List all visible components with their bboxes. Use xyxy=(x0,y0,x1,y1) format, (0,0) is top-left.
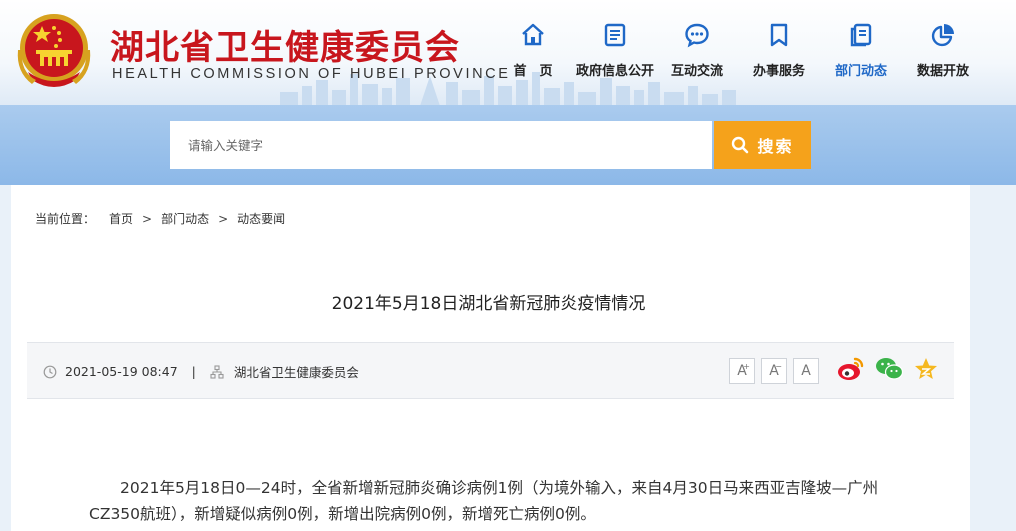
nav-item-services[interactable]: 办事服务 xyxy=(738,22,820,79)
breadcrumb-prefix: 当前位置： xyxy=(35,212,96,226)
search-input[interactable] xyxy=(170,121,712,169)
font-size-label: A xyxy=(801,363,811,379)
favorite-share-button[interactable] xyxy=(913,356,939,386)
weibo-icon xyxy=(838,357,864,380)
breadcrumb-separator: > xyxy=(142,211,153,226)
nav-item-department-news[interactable]: 部门动态 xyxy=(820,22,902,79)
breadcrumb-news-highlights[interactable]: 动态要闻 xyxy=(237,210,285,227)
nav-label: 部门动态 xyxy=(834,64,887,79)
nav-label: 首 页 xyxy=(513,64,553,79)
search-icon xyxy=(732,136,749,154)
home-icon xyxy=(522,23,544,46)
pie-chart-icon xyxy=(931,24,954,47)
article-source: 湖北省卫生健康委员会 xyxy=(233,365,359,380)
weibo-share-button[interactable] xyxy=(837,356,865,386)
font-size-controls: A + A − A xyxy=(729,358,819,384)
nav-item-interaction[interactable]: 互动交流 xyxy=(656,22,738,79)
article-meta-bar: 2021-05-19 08:47 | 湖北省卫生健康委员会 A + A − A xyxy=(27,342,954,399)
news-icon xyxy=(850,23,872,47)
article-meta: 2021-05-19 08:47 | 湖北省卫生健康委员会 xyxy=(43,343,359,400)
site-title-english: HEALTH COMMISSION OF HUBEI PROVINCE xyxy=(112,66,511,82)
article-paragraph: 2021年5月18日0—24时，全省新增新冠肺炎确诊病例1例（为境外输入，来自4… xyxy=(89,479,879,523)
article-panel: 当前位置： 首页 > 部门动态 > 动态要闻 2021年5月18日湖北省新冠肺炎… xyxy=(11,185,970,531)
search-band xyxy=(0,105,1016,185)
clock-icon xyxy=(43,365,57,378)
nav-label: 互动交流 xyxy=(670,64,723,79)
font-size-decrease-button[interactable]: A − xyxy=(761,358,787,384)
publish-date: 2021-05-19 08:47 xyxy=(65,364,178,379)
breadcrumb: 当前位置： 首页 > 部门动态 > 动态要闻 xyxy=(35,210,285,227)
wechat-share-button[interactable] xyxy=(875,356,904,386)
breadcrumb-separator: > xyxy=(218,211,229,226)
site-title-chinese: 湖北省卫生健康委员会 xyxy=(110,28,460,68)
share-buttons xyxy=(837,356,939,386)
breadcrumb-home[interactable]: 首页 xyxy=(109,210,133,227)
nav-item-open-data[interactable]: 数据开放 xyxy=(902,22,984,79)
article-title: 2021年5月18日湖北省新冠肺炎疫情情况 xyxy=(331,294,646,314)
nav-label: 数据开放 xyxy=(916,64,969,79)
font-size-increase-button[interactable]: A + xyxy=(729,358,755,384)
document-icon xyxy=(604,23,626,47)
chat-icon xyxy=(685,23,709,48)
wechat-icon xyxy=(876,358,904,380)
font-size-reset-button[interactable]: A xyxy=(793,358,819,384)
breadcrumb-department-news[interactable]: 部门动态 xyxy=(161,210,209,227)
main-navigation: 首 页 政府信息公开 互动交流 办事服务 部门动态 数据开放 xyxy=(492,22,984,79)
site-header: 湖北省卫生健康委员会 HEALTH COMMISSION OF HUBEI PR… xyxy=(0,0,1016,105)
article-body: 2021年5月18日0—24时，全省新增新冠肺炎确诊病例1例（为境外输入，来自4… xyxy=(89,475,909,527)
bookmark-icon xyxy=(770,23,788,47)
star-icon xyxy=(915,358,937,379)
org-chart-icon xyxy=(210,364,224,379)
nav-item-home[interactable]: 首 页 xyxy=(492,22,574,79)
search-button-label: 搜索 xyxy=(757,137,794,156)
meta-divider: | xyxy=(191,364,196,379)
nav-label: 办事服务 xyxy=(752,64,805,79)
nav-label: 政府信息公开 xyxy=(575,64,654,79)
nav-item-gov-info[interactable]: 政府信息公开 xyxy=(574,22,656,79)
national-emblem-logo xyxy=(17,14,91,87)
search-button[interactable]: 搜索 xyxy=(714,121,811,169)
